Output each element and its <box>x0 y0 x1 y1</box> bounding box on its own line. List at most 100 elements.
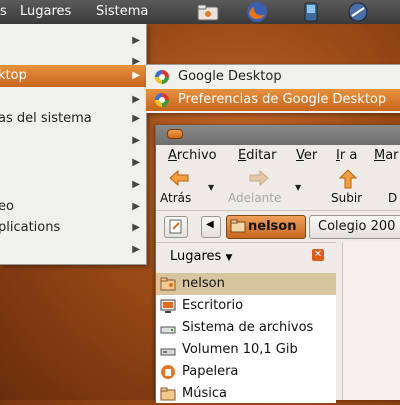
app-menu-item-label: plications <box>0 220 61 235</box>
forward-button[interactable]: Adelante <box>228 167 290 207</box>
places-menu[interactable]: Lugares <box>20 4 71 19</box>
window-toolbar: Atrás ▼ Adelante ▼ Subir D <box>156 167 400 207</box>
home-folder-icon <box>230 219 246 233</box>
menubar-item[interactable]: Editar <box>238 148 277 163</box>
menubar-mnemonic: V <box>296 148 304 163</box>
place-item[interactable]: nelson <box>156 273 336 295</box>
menubar-label: er <box>303 148 318 163</box>
app-menu-item[interactable]: ▶ <box>0 130 146 151</box>
menubar-label: r a <box>339 148 358 163</box>
desktop-icon <box>160 299 176 313</box>
menubar-item[interactable]: Mar <box>374 148 399 163</box>
app-menu-item[interactable]: ▶ <box>0 174 146 195</box>
app-menu-item[interactable]: ▶ <box>0 152 146 173</box>
submenu-item-label: Preferencias de Google Desktop <box>178 92 387 107</box>
side-pane-title: Lugares <box>170 249 222 264</box>
app-menu-item[interactable]: ▶ <box>0 239 146 260</box>
menubar-mnemonic: A <box>168 148 177 163</box>
drive-icon <box>160 326 176 334</box>
path-button-current[interactable]: nelson <box>226 215 306 239</box>
chevron-left-icon: ◀ <box>206 219 214 230</box>
google-desktop-item[interactable]: Google Desktop <box>146 66 400 88</box>
menubar-label: rchivo <box>176 148 217 163</box>
window-titlebar[interactable] <box>156 125 400 145</box>
side-pane-selector[interactable]: Lugares ▼ <box>170 249 232 264</box>
trash-icon <box>161 365 175 379</box>
up-arrow-icon <box>338 169 358 192</box>
volume-icon <box>160 348 176 356</box>
app-menu-item[interactable]: ▶ <box>0 89 146 110</box>
google-desktop-submenu: Google Desktop Preferencias de Google Des… <box>146 64 400 113</box>
path-button-next[interactable]: Colegio 200 <box>309 215 400 239</box>
place-item[interactable]: Papelera <box>156 361 336 383</box>
submenu-arrow-icon: ▶ <box>132 179 140 190</box>
place-item[interactable]: Escritorio <box>156 295 336 317</box>
home-folder-icon <box>160 277 176 291</box>
forward-history-arrow[interactable]: ▼ <box>295 183 301 192</box>
place-label: Papelera <box>182 364 239 379</box>
menubar-item[interactable]: Ir a <box>336 148 357 163</box>
firefox-icon[interactable] <box>244 1 270 23</box>
back-label: Atrás <box>160 191 192 205</box>
submenu-arrow-icon: ▶ <box>132 244 140 255</box>
applications-menu[interactable]: s <box>0 4 7 19</box>
toggle-location-button[interactable] <box>164 216 188 238</box>
file-manager-window: Archivo Editar Ver Ir a Mar Atrás ▼ Adelante… <box>155 125 400 403</box>
app-menu-item[interactable]: plications ▶ <box>0 217 146 238</box>
edit-location-icon <box>169 219 182 234</box>
close-pane-icon[interactable]: ✕ <box>312 249 324 261</box>
chevron-down-icon: ▼ <box>225 253 233 263</box>
menubar-label: ditar <box>246 148 277 163</box>
google-desktop-icon <box>155 93 169 107</box>
place-item[interactable]: Sistema de archivos <box>156 317 336 339</box>
place-item[interactable]: Música <box>156 383 336 405</box>
app-menu-item[interactable]: ktop ▶ <box>0 65 146 87</box>
place-label: Sistema de archivos <box>182 320 314 335</box>
submenu-arrow-icon: ▶ <box>132 113 140 124</box>
menubar-label: ar <box>385 148 399 163</box>
menubar-mnemonic: E <box>238 148 247 163</box>
up-label: Subir <box>331 191 363 205</box>
phone-icon[interactable] <box>298 1 324 23</box>
window-menubar: Archivo Editar Ver Ir a Mar <box>156 145 400 167</box>
google-desktop-preferences-item[interactable]: Preferencias de Google Desktop <box>146 89 400 111</box>
network-icon[interactable] <box>345 1 371 23</box>
app-menu-item[interactable]: eo ▶ <box>0 196 146 217</box>
place-label: Escritorio <box>182 298 244 313</box>
file-view[interactable] <box>342 242 400 400</box>
folder-icon[interactable] <box>195 1 221 23</box>
menubar-item[interactable]: Ver <box>296 148 317 163</box>
side-pane: Lugares ▼ ✕ nelson Escritorio Sistema de a… <box>156 242 336 403</box>
place-item[interactable]: Volumen 10,1 Gib <box>156 339 336 361</box>
menubar-mnemonic: M <box>374 148 386 163</box>
side-pane-header: Lugares ▼ ✕ <box>156 243 336 271</box>
location-bar: ◀ nelson Colegio 200 <box>156 210 400 241</box>
forward-label: Adelante <box>228 191 282 205</box>
app-menu-item[interactable]: as del sistema ▶ <box>0 108 146 129</box>
submenu-arrow-icon: ▶ <box>132 135 140 146</box>
menubar-item[interactable]: Archivo <box>168 148 217 163</box>
applications-dropdown: ▶ ▶ ktop ▶ ▶ as del sistema ▶ ▶ ▶ ▶ eo ▶ plications ▶… <box>0 24 147 265</box>
toolbar-extra-button[interactable]: D <box>388 167 400 207</box>
place-label: Volumen 10,1 Gib <box>182 342 298 357</box>
submenu-arrow-icon: ▶ <box>132 157 140 168</box>
submenu-arrow-icon: ▶ <box>132 94 140 105</box>
app-menu-item-label: eo <box>0 199 14 214</box>
submenu-arrow-icon: ▶ <box>132 35 140 46</box>
places-list: nelson Escritorio Sistema de archivos Volum… <box>156 273 336 403</box>
submenu-arrow-icon: ▶ <box>132 201 140 212</box>
top-panel: s Lugares Sistema <box>0 0 400 24</box>
app-menu-item[interactable]: ▶ <box>0 30 146 51</box>
window-menu-button[interactable] <box>167 129 183 139</box>
up-button[interactable]: Subir <box>331 167 371 207</box>
back-button[interactable]: Atrás <box>160 167 208 207</box>
submenu-item-label: Google Desktop <box>178 69 282 84</box>
place-label: nelson <box>182 276 225 291</box>
system-menu[interactable]: Sistema <box>96 4 148 19</box>
back-history-arrow[interactable]: ▼ <box>208 183 214 192</box>
path-current-label: nelson <box>248 219 297 234</box>
submenu-arrow-icon: ▶ <box>132 222 140 233</box>
path-scroll-left-button[interactable]: ◀ <box>201 216 221 238</box>
submenu-arrow-icon: ▶ <box>132 70 140 81</box>
path-next-label: Colegio 200 <box>318 219 396 234</box>
